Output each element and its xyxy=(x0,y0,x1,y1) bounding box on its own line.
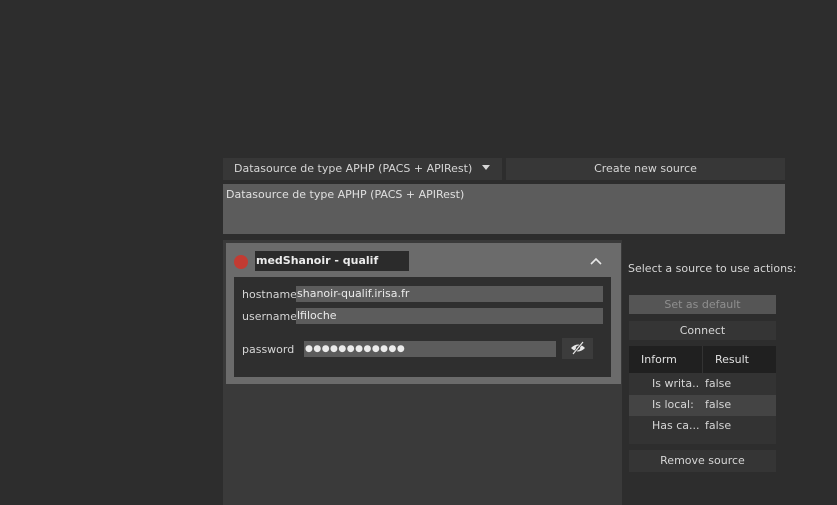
source-fields-box: hostname shanoir-qualif.irisa.fr usernam… xyxy=(234,277,611,377)
collapse-button[interactable] xyxy=(587,253,605,269)
datasource-description: Datasource de type APHP (PACS + APIRest) xyxy=(223,184,785,234)
result-cell: false xyxy=(705,377,732,390)
connect-button[interactable]: Connect xyxy=(629,321,776,340)
datasource-type-selected: Datasource de type APHP (PACS + APIRest) xyxy=(234,162,473,175)
username-label: username xyxy=(242,310,297,323)
hostname-input[interactable]: shanoir-qualif.irisa.fr xyxy=(296,286,603,302)
info-cell: Has ca... xyxy=(652,419,700,432)
result-cell: false xyxy=(705,419,732,432)
set-as-default-button[interactable]: Set as default xyxy=(629,295,776,314)
info-cell: Is local: xyxy=(652,398,694,411)
create-new-source-button[interactable]: Create new source xyxy=(506,158,785,180)
table-row[interactable]: Is local: false xyxy=(629,395,776,416)
datasource-type-dropdown[interactable]: Datasource de type APHP (PACS + APIRest) xyxy=(223,158,502,180)
chevron-up-icon xyxy=(590,257,602,265)
table-row[interactable]: Has ca... false xyxy=(629,416,776,437)
password-input[interactable]: ●●●●●●●●●●●● xyxy=(304,341,556,357)
result-cell: false xyxy=(705,398,732,411)
username-input[interactable]: lfiloche xyxy=(296,308,603,324)
remove-source-button[interactable]: Remove source xyxy=(629,450,776,472)
eye-slash-icon xyxy=(571,341,585,355)
description-text: Datasource de type APHP (PACS + APIRest) xyxy=(226,188,465,201)
column-header-result[interactable]: Result xyxy=(703,346,776,373)
chevron-down-icon xyxy=(482,165,490,170)
table-row[interactable]: Is writa... false xyxy=(629,374,776,395)
password-label: password xyxy=(242,343,295,356)
column-header-information[interactable]: Inform xyxy=(629,346,702,373)
source-name-field[interactable]: medShanoir - qualif xyxy=(255,251,409,271)
source-info-table: Inform Result Is writa... false Is local… xyxy=(629,346,776,444)
info-cell: Is writa... xyxy=(652,377,700,390)
hostname-label: hostname xyxy=(242,288,297,301)
status-indicator-icon xyxy=(234,255,248,269)
toggle-password-visibility-button[interactable] xyxy=(562,338,593,359)
actions-hint: Select a source to use actions: xyxy=(628,262,797,275)
